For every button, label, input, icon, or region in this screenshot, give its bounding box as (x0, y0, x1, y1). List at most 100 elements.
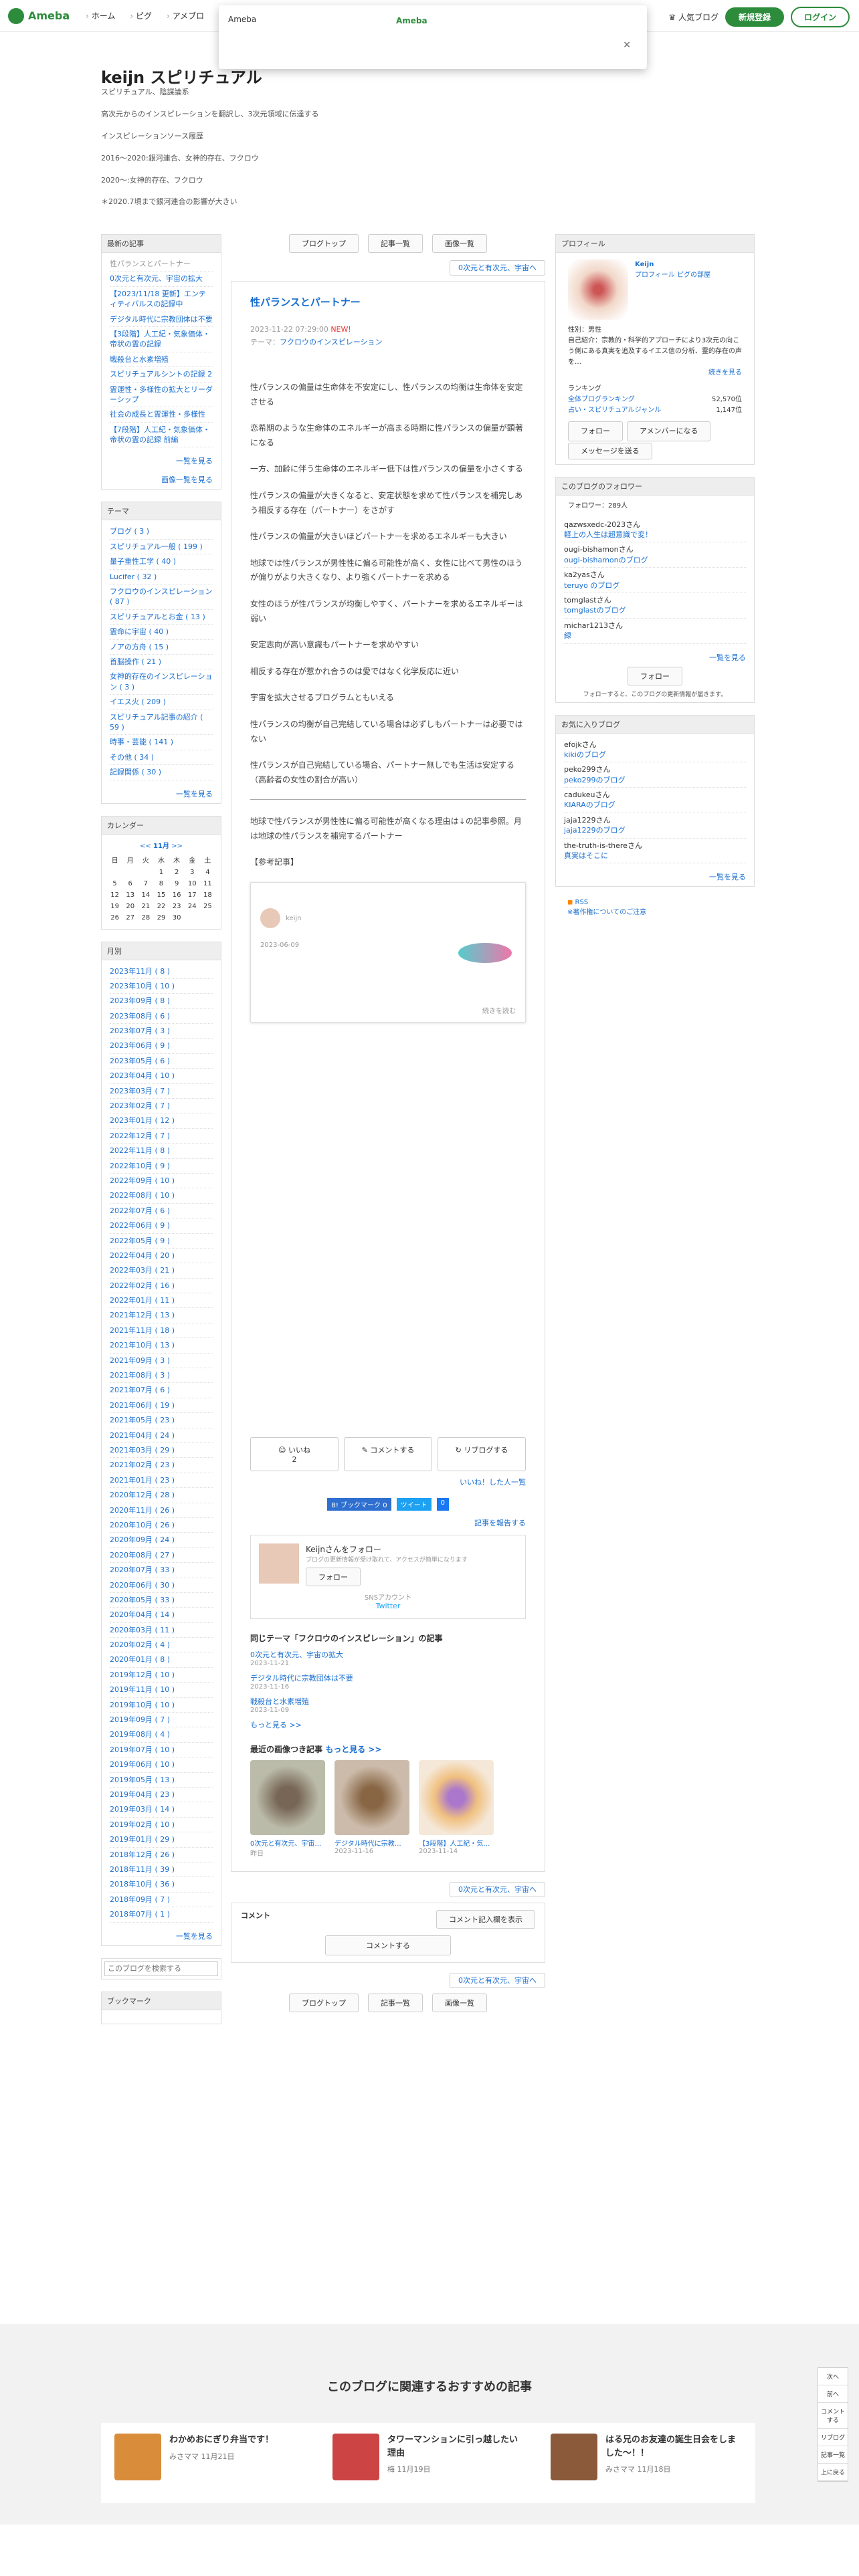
month-item[interactable]: 2022年10月 ( 9 ) (110, 1159, 213, 1174)
popup-link[interactable]: Ameba (396, 16, 427, 25)
message-button[interactable]: メッセージを送る (568, 442, 652, 459)
follower-item[interactable]: tomglastさん tomglastのブログ (564, 593, 746, 619)
theme-item[interactable]: 女神的存在のインスピレーション ( 3 ) (110, 669, 213, 695)
fav-item[interactable]: efojkさん kikiのブログ (564, 738, 746, 763)
nav-home[interactable]: ホーム (86, 10, 116, 21)
month-item[interactable]: 2020年04月 ( 14 ) (110, 1608, 213, 1623)
embedded-article-card[interactable]: keijn 2023-06-09 続きを読む (250, 882, 526, 1023)
close-icon[interactable]: × (623, 39, 631, 50)
related-link[interactable]: 戦殺台と水素増殖 (250, 1696, 526, 1707)
comment-form-toggle[interactable]: コメント記入欄を表示 (436, 1910, 535, 1929)
calendar-day[interactable]: 4 (200, 867, 215, 878)
calendar-day[interactable]: 29 (153, 912, 169, 924)
fav-item[interactable]: jaja1229さん jaja1229のブログ (564, 813, 746, 839)
month-item[interactable]: 2022年08月 ( 10 ) (110, 1188, 213, 1204)
recommended-title[interactable]: はる兄のお友達の誕生日会をしました〜！！ (605, 2434, 742, 2460)
nav-pigg[interactable]: ピグ (130, 10, 152, 21)
month-item[interactable]: 2023年07月 ( 3 ) (110, 1024, 213, 1039)
month-item[interactable]: 2022年02月 ( 16 ) (110, 1279, 213, 1294)
recommended-item[interactable]: タワーマンションに引っ越したい理由梅 11月19日 (319, 2423, 537, 2503)
calendar-day[interactable]: 3 (185, 867, 200, 878)
recommended-item[interactable]: わかめおにぎり弁当です！ みさママ 11月21日 (101, 2423, 319, 2503)
calendar-day[interactable] (138, 867, 153, 878)
signup-button[interactable]: 新規登録 (725, 7, 784, 27)
calendar-day[interactable]: 30 (169, 912, 185, 924)
fav-name[interactable]: efojkさん (564, 740, 746, 750)
recommended-title[interactable]: わかめおにぎり弁当です！ (169, 2434, 274, 2447)
follower-name[interactable]: ougi-bishamonさん (564, 544, 746, 554)
month-item[interactable]: 2022年05月 ( 9 ) (110, 1234, 213, 1249)
calendar-day[interactable]: 8 (153, 878, 169, 889)
recent-image-item[interactable]: 0次元と有次元、宇宙… 昨日 (250, 1760, 325, 1858)
calendar-day[interactable]: 21 (138, 901, 153, 912)
profile-more[interactable]: 続きを見る (568, 368, 742, 379)
month-item[interactable]: 2021年05月 ( 23 ) (110, 1413, 213, 1428)
fav-name[interactable]: peko299さん (564, 764, 746, 774)
tweet-button[interactable]: ツイート (396, 1498, 432, 1511)
theme-item[interactable]: 霊命に宇宙 ( 40 ) (110, 625, 213, 640)
calendar-day[interactable]: 15 (153, 889, 169, 901)
calendar-day[interactable]: 19 (107, 901, 122, 912)
month-item[interactable]: 2019年01月 ( 29 ) (110, 1832, 213, 1848)
calendar-day[interactable]: 5 (107, 878, 122, 889)
recent-post-item[interactable]: 霊運性・多様性の拡大とリーダーシップ (110, 383, 213, 408)
profile-avatar[interactable] (568, 259, 628, 320)
theme-item[interactable]: 記録関係 ( 30 ) (110, 765, 213, 780)
month-item[interactable]: 2019年09月 ( 7 ) (110, 1713, 213, 1728)
calendar-day[interactable]: 17 (185, 889, 200, 901)
follower-item[interactable]: michar1213さん緑 (564, 619, 746, 644)
rank-overall-link[interactable]: 全体ブログランキング (568, 395, 635, 405)
month-item[interactable]: 2023年11月 ( 8 ) (110, 964, 213, 979)
theme-item[interactable]: ノアの方舟 ( 15 ) (110, 640, 213, 655)
follower-blog[interactable]: tomglastのブログ (564, 605, 746, 615)
follower-item[interactable]: qazwsxedc-2023さん 軽上の人生は超意識で変！ (564, 518, 746, 543)
month-item[interactable]: 2021年01月 ( 23 ) (110, 1473, 213, 1489)
month-item[interactable]: 2020年08月 ( 27 ) (110, 1548, 213, 1564)
month-item[interactable]: 2023年06月 ( 9 ) (110, 1039, 213, 1054)
recent-image-title[interactable]: 0次元と有次元、宇宙… (250, 1838, 325, 1848)
month-item[interactable]: 2023年08月 ( 6 ) (110, 1009, 213, 1025)
recent-post-item[interactable]: 戦殺台と水素増殖 (110, 352, 213, 368)
fav-name[interactable]: cadukeuさん (564, 790, 746, 800)
recommended-thumb[interactable] (114, 2434, 161, 2480)
profile-follow-button[interactable]: フォロー (568, 421, 623, 441)
calendar-day[interactable]: 18 (200, 889, 215, 901)
recent-post-item[interactable]: 【7段階】人工紀・気象価体・帝状の霊の記録 前編 (110, 423, 213, 448)
theme-item[interactable]: フクロウのインスピレーション ( 87 ) (110, 584, 213, 610)
fav-item[interactable]: cadukeuさん KIARAのブログ (564, 788, 746, 813)
reblog-button[interactable]: ↻ リブログする (438, 1437, 526, 1472)
calendar-day[interactable] (185, 912, 200, 924)
month-item[interactable]: 2021年09月 ( 3 ) (110, 1354, 213, 1369)
recent-post-item[interactable]: スピリチュアルシントの記録 2 (110, 367, 213, 383)
calendar-day[interactable]: 26 (107, 912, 122, 924)
floating-nav-item[interactable]: 記事一覧 (818, 2446, 848, 2464)
calendar-day[interactable]: 23 (169, 901, 185, 912)
month-item[interactable]: 2022年01月 ( 11 ) (110, 1293, 213, 1309)
theme-item[interactable]: 首脳操作 ( 21 ) (110, 655, 213, 670)
calendar-day[interactable]: 22 (153, 901, 169, 912)
recent-post-item[interactable]: 【3段階】人工紀・気象価体・帝状の霊の記録 (110, 327, 213, 352)
floating-nav-item[interactable]: 前へ (818, 2385, 848, 2403)
follower-name[interactable]: tomglastさん (564, 595, 746, 605)
month-item[interactable]: 2018年10月 ( 36 ) (110, 1877, 213, 1893)
follower-blog[interactable]: ougi-bishamonのブログ (564, 555, 746, 565)
calendar-day[interactable] (200, 912, 215, 924)
month-item[interactable]: 2021年04月 ( 24 ) (110, 1428, 213, 1443)
monthly-more-link[interactable]: 一覧を見る (102, 1927, 221, 1945)
twitter-link[interactable]: Twitter (259, 1602, 517, 1610)
calendar-day[interactable]: 6 (122, 878, 138, 889)
follower-item[interactable]: ka2yasさん teruyo のブログ (564, 568, 746, 593)
popular-blog-link[interactable]: ♛ 人気ブログ (668, 11, 719, 23)
calendar-day[interactable]: 20 (122, 901, 138, 912)
recent-image-title[interactable]: 【3段階】人工紀・気… (419, 1838, 494, 1848)
month-item[interactable]: 2020年01月 ( 8 ) (110, 1652, 213, 1668)
report-link[interactable]: 記事を報告する (250, 1517, 526, 1528)
month-item[interactable]: 2023年04月 ( 10 ) (110, 1069, 213, 1084)
article-list-button[interactable]: 記事一覧 (368, 234, 423, 253)
like-button[interactable]: ☺ いいね 2 (250, 1437, 339, 1472)
month-item[interactable]: 2019年02月 ( 10 ) (110, 1818, 213, 1833)
theme-item[interactable]: ブログ ( 3 ) (110, 524, 213, 540)
month-item[interactable]: 2020年11月 ( 26 ) (110, 1503, 213, 1518)
calendar-day[interactable]: 25 (200, 901, 215, 912)
month-item[interactable]: 2021年02月 ( 23 ) (110, 1458, 213, 1473)
